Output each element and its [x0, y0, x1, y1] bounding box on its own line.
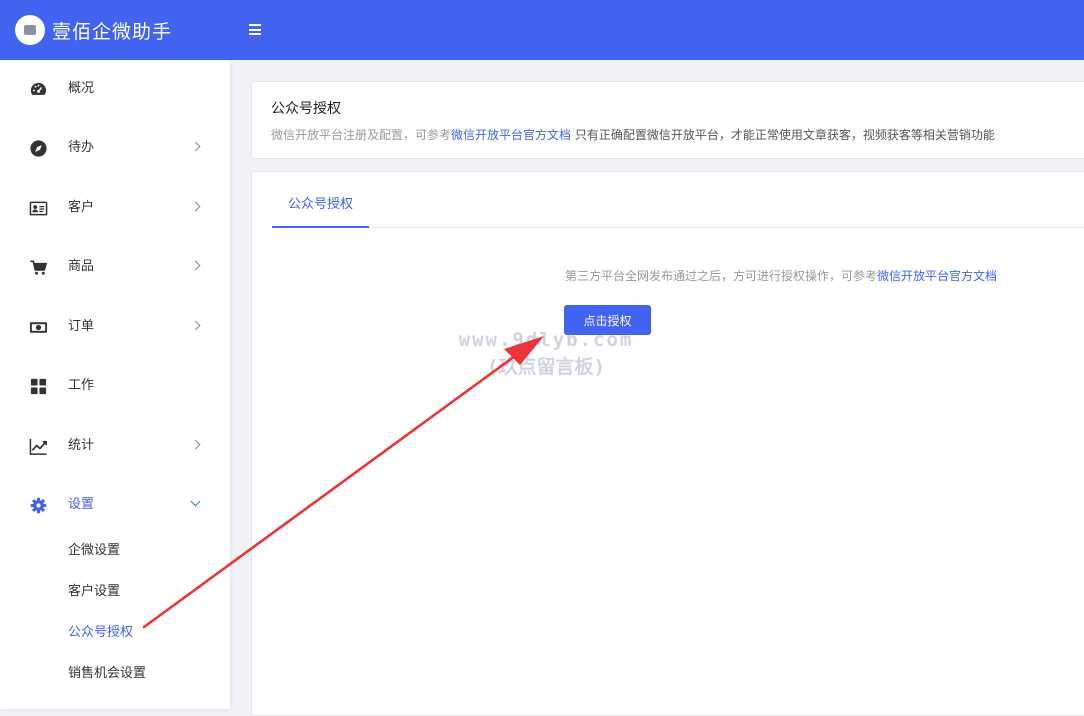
auth-card: 公众号授权 第三方平台全网发布通过之后，方可进行授权操作，可参考微信开放平台官方… [251, 171, 1084, 716]
id-card-icon [29, 199, 48, 218]
page-title: 公众号授权 [271, 101, 341, 117]
page-header-card: 公众号授权 微信开放平台注册及配置，可参考微信开放平台官方文档 只有正确配置微信… [251, 81, 1084, 159]
app-logo-icon [15, 15, 45, 45]
sidebar-subitem-customer-settings[interactable]: 客户设置 [68, 583, 120, 601]
sidebar-item-label: 商品 [68, 259, 95, 274]
grid-icon [29, 377, 48, 396]
sidebar-item-label: 设置 [68, 497, 95, 512]
sidebar-item-todo[interactable]: 待办 [0, 128, 230, 168]
chevron-right-icon [190, 439, 201, 450]
chevron-right-icon [190, 320, 201, 331]
sidebar-item-label: 统计 [68, 438, 95, 453]
auth-docs-link[interactable]: 微信开放平台官方文档 [877, 269, 997, 283]
sidebar-subitem-sales-opportunity-settings[interactable]: 销售机会设置 [68, 665, 146, 683]
sidebar-subitem-official-account-auth[interactable]: 公众号授权 [68, 624, 133, 642]
app-title: 壹佰企微助手 [52, 20, 173, 43]
sidebar-item-label: 待办 [68, 140, 95, 155]
app-brand: 壹佰企微助手 [0, 0, 230, 60]
auth-hint: 第三方平台全网发布通过之后，方可进行授权操作，可参考微信开放平台官方文档 [565, 267, 997, 284]
chevron-right-icon [190, 201, 201, 212]
cart-icon [29, 258, 48, 277]
sidebar-item-label: 概况 [68, 81, 95, 96]
compass-icon [29, 139, 48, 158]
chevron-down-icon [190, 496, 201, 507]
sidebar-item-orders[interactable]: 订单 [0, 307, 230, 347]
gear-icon [29, 496, 48, 515]
page-description: 微信开放平台注册及配置，可参考微信开放平台官方文档 只有正确配置微信开放平台，才… [271, 126, 995, 143]
sidebar-item-overview[interactable]: 概况 [0, 69, 230, 109]
menu-toggle-icon[interactable] [249, 24, 261, 35]
sidebar-item-label: 工作 [68, 378, 95, 393]
money-icon [29, 318, 48, 337]
sidebar-item-settings[interactable]: 设置 [0, 485, 230, 525]
watermark-line1: www.9dlyb.com [458, 329, 634, 351]
watermark-line2: (玖点留言板) [487, 356, 605, 378]
chevron-right-icon [190, 141, 201, 152]
page-description-prefix: 微信开放平台注册及配置，可参考 [271, 128, 452, 142]
top-bar [230, 0, 1084, 60]
sidebar-item-customer[interactable]: 客户 [0, 188, 230, 228]
watermark: www.9dlyb.com (玖点留言板) [446, 327, 646, 381]
sidebar-item-work[interactable]: 工作 [0, 366, 230, 406]
sidebar-subitem-wecom-settings[interactable]: 企微设置 [68, 542, 120, 560]
wechat-docs-link[interactable]: 微信开放平台官方文档 [451, 128, 571, 142]
sidebar-item-goods[interactable]: 商品 [0, 247, 230, 287]
tab-official-account-auth[interactable]: 公众号授权 [272, 172, 369, 228]
tab-bar: 公众号授权 [272, 172, 1084, 228]
line-chart-icon [29, 437, 48, 456]
sidebar-item-stats[interactable]: 统计 [0, 426, 230, 466]
page-description-suffix: 只有正确配置微信开放平台，才能正常使用文章获客，视频获客等相关营销功能 [571, 128, 995, 142]
sidebar-item-label: 客户 [68, 200, 95, 215]
dashboard-icon [29, 80, 48, 99]
chevron-right-icon [190, 260, 201, 271]
sidebar: 概况 待办 客户 商品 订单 工作 统计 设置 企微设置 客户设置 公众号授权 … [0, 60, 230, 709]
auth-hint-text: 第三方平台全网发布通过之后，方可进行授权操作，可参考 [565, 269, 878, 283]
sidebar-item-label: 订单 [68, 319, 95, 334]
